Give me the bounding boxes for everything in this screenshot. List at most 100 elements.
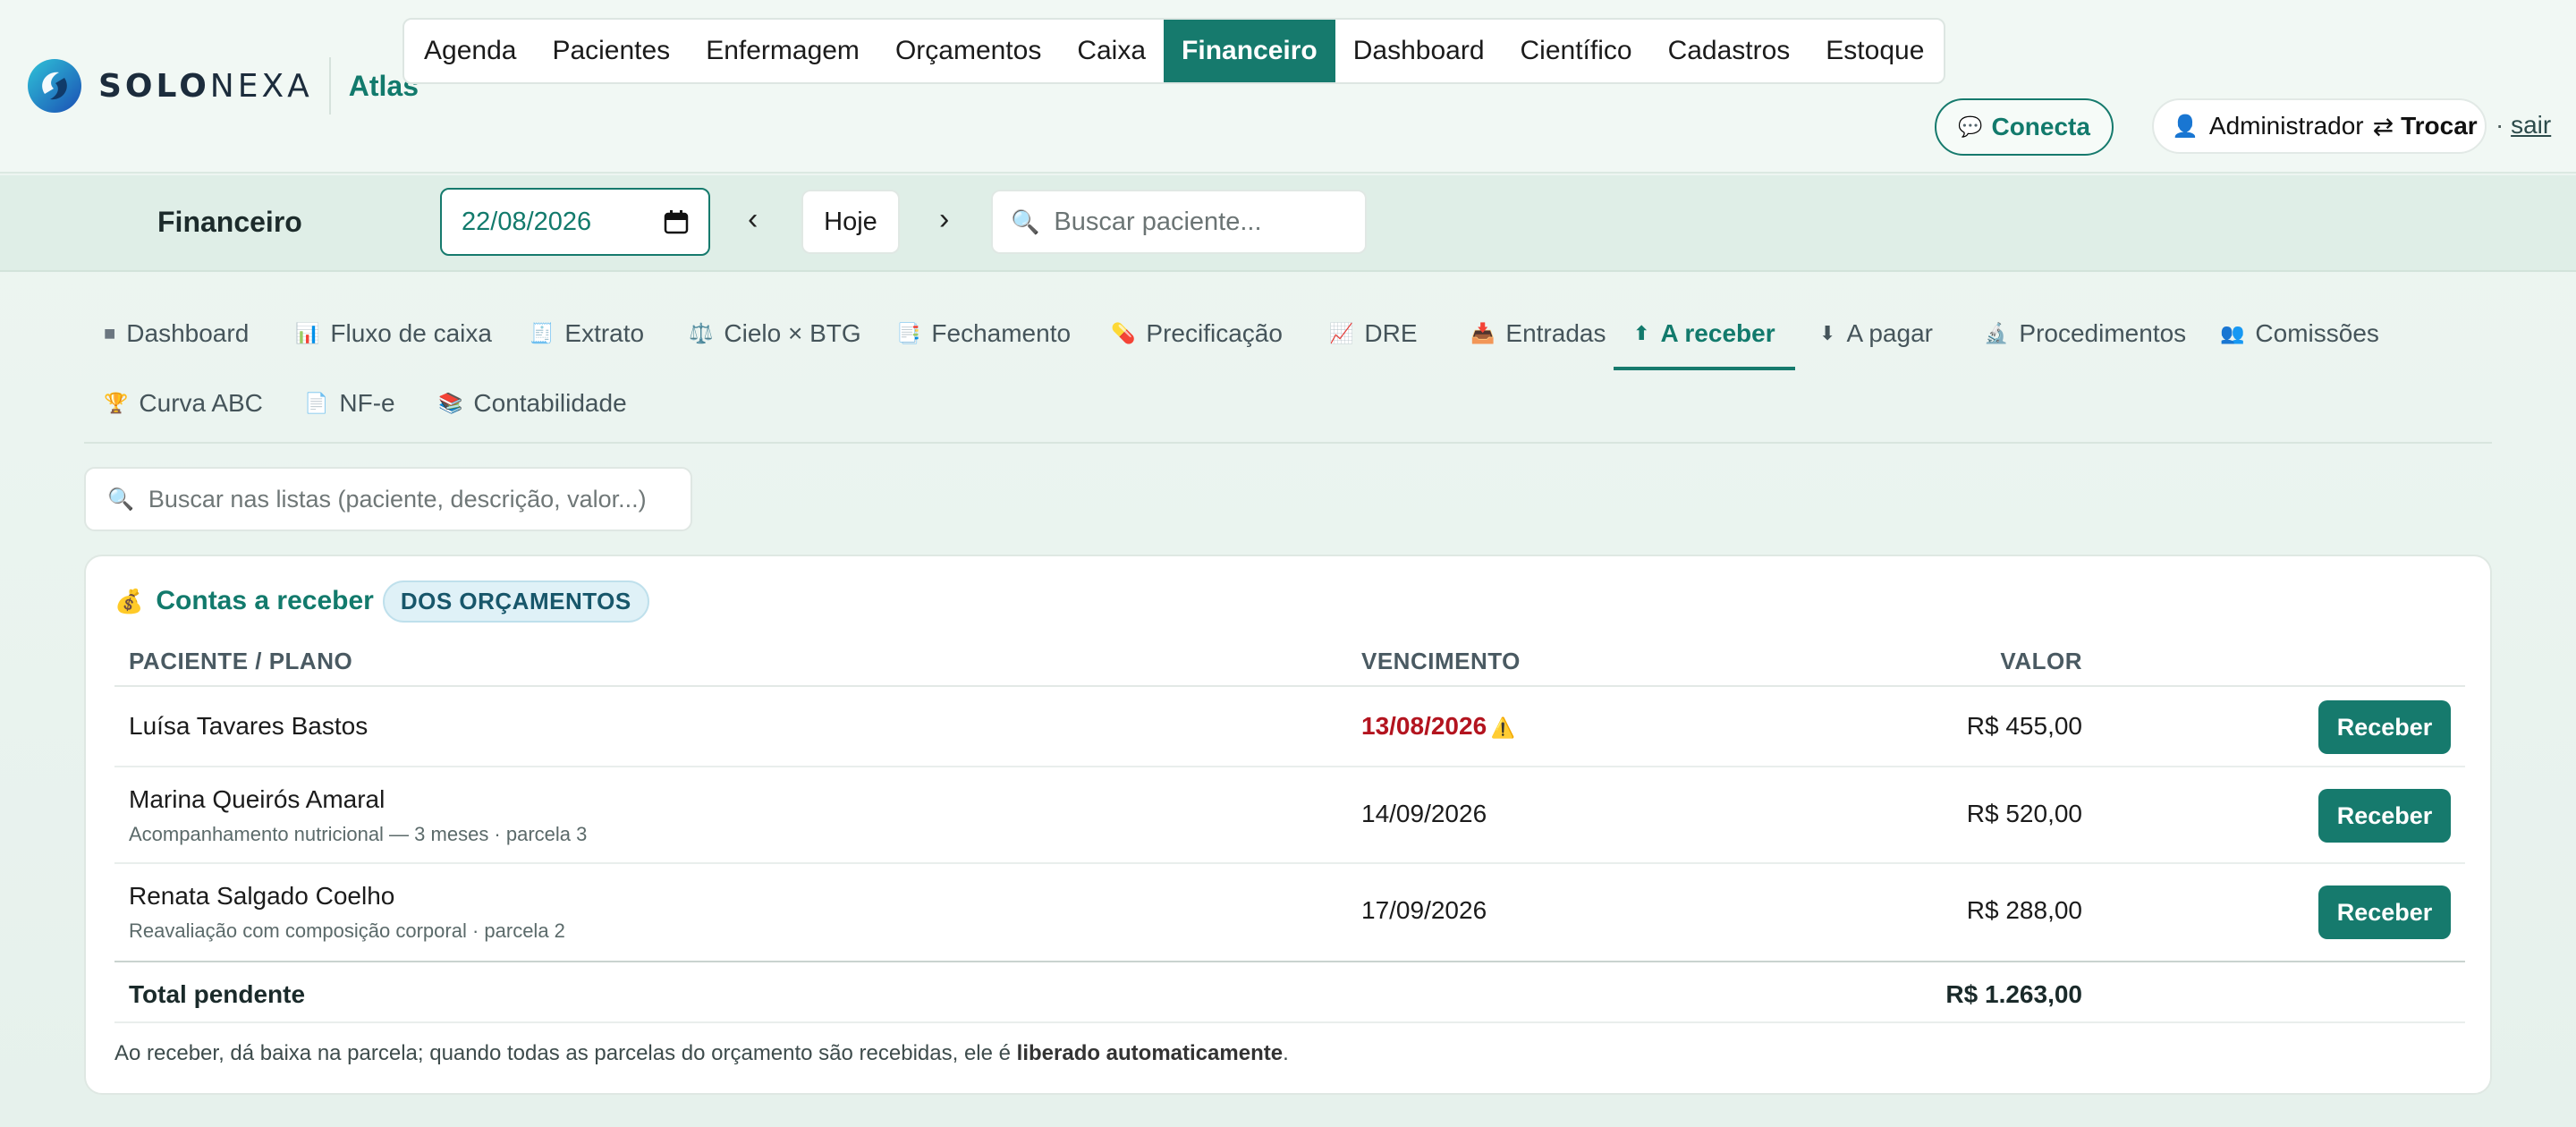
tab-label: NF-e xyxy=(339,389,395,417)
tab-fluxo-de-caixa[interactable]: 📊 Fluxo de caixa xyxy=(275,301,512,367)
plan-description: Acompanhamento nutricional — 3 meses · p… xyxy=(129,823,588,845)
next-day-button[interactable]: › xyxy=(939,202,949,237)
tab-label: A pagar xyxy=(1846,319,1933,347)
receive-button[interactable]: Receber xyxy=(2318,789,2451,843)
tab-comissoes[interactable]: 👥 Comissões xyxy=(2200,301,2399,367)
financeiro-tabs: ■ Dashboard 📊 Fluxo de caixa 🧾 Extrato ⚖️ Ci… xyxy=(84,299,2492,444)
nav-caixa[interactable]: Caixa xyxy=(1059,20,1164,82)
chat-bubble-icon: 💬 xyxy=(1958,115,1983,138)
table-row: Marina Queirós Amaral Acompanhamento nut… xyxy=(114,767,2465,864)
solonexa-logo-icon xyxy=(28,59,81,113)
brand-divider xyxy=(328,57,331,114)
tab-nfe[interactable]: 📄 NF-e xyxy=(284,370,415,436)
tab-contabilidade[interactable]: 📚 Contabilidade xyxy=(419,370,647,436)
tab-label: Fluxo de caixa xyxy=(330,319,492,347)
nav-estoque[interactable]: Estoque xyxy=(1808,20,1942,82)
warning-icon: ⚠️ xyxy=(1490,716,1515,739)
nav-pacientes[interactable]: Pacientes xyxy=(534,20,688,82)
table-row: Luísa Tavares Bastos 13/08/2026 ⚠️ R$ 45… xyxy=(114,687,2465,767)
tab-fechamento[interactable]: 📑 Fechamento xyxy=(877,301,1090,367)
patient-name: Renata Salgado Coelho xyxy=(129,882,395,910)
square-icon: ■ xyxy=(104,322,116,344)
tab-label: Procedimentos xyxy=(2019,319,2187,347)
page-icon: 📄 xyxy=(304,392,329,414)
card-header: 💰 Contas a receber DOS ORÇAMENTOS xyxy=(114,580,649,623)
user-name: Administrador xyxy=(2208,112,2364,140)
logout-area: · sair xyxy=(2496,111,2551,140)
brand-name: SOLONEXA xyxy=(98,67,313,105)
tab-label: A receber xyxy=(1660,319,1775,347)
tab-a-pagar[interactable]: ⬇ A pagar xyxy=(1800,301,1953,367)
logout-link[interactable]: sair xyxy=(2511,111,2551,139)
user-menu[interactable]: 👤 Administrador ⇄ Trocar xyxy=(2152,98,2487,154)
plan-description: Reavaliação com composição corporal · pa… xyxy=(129,919,565,942)
footnote-end: . xyxy=(1283,1041,1289,1065)
conecta-button[interactable]: 💬 Conecta xyxy=(1935,98,2114,156)
tab-label: DRE xyxy=(1364,319,1418,347)
patient-name: Luísa Tavares Bastos xyxy=(129,712,369,740)
money-bag-icon: 💰 xyxy=(114,587,144,614)
user-icon: 👤 xyxy=(2172,114,2199,139)
nav-agenda[interactable]: Agenda xyxy=(406,20,534,82)
receive-button[interactable]: Receber xyxy=(2318,886,2451,939)
page-toolbar: Financeiro 22/08/2026 ‹ Hoje › 🔍 Buscar … xyxy=(0,175,2576,272)
trophy-icon: 🏆 xyxy=(104,392,129,414)
date-value: 22/08/2026 xyxy=(462,207,592,236)
tab-extrato[interactable]: 🧾 Extrato xyxy=(510,301,664,367)
tab-entradas[interactable]: 📥 Entradas xyxy=(1451,301,1625,367)
tab-cielo-btg[interactable]: ⚖️ Cielo × BTG xyxy=(669,301,881,367)
tab-label: Dashboard xyxy=(126,319,250,347)
total-row: Total pendente R$ 1.263,00 xyxy=(114,961,2465,1023)
amount: R$ 520,00 xyxy=(1966,800,2082,827)
patient-name: Marina Queirós Amaral xyxy=(129,785,386,813)
tab-dashboard[interactable]: ■ Dashboard xyxy=(84,301,268,367)
footnote: Ao receber, dá baixa na parcela; quando … xyxy=(114,1041,1289,1066)
nav-orcamentos[interactable]: Orçamentos xyxy=(877,20,1059,82)
due-date: 17/09/2026 xyxy=(1361,896,1487,924)
tab-dre[interactable]: 📈 DRE xyxy=(1309,301,1437,367)
arrow-up-icon: ⬆ xyxy=(1633,322,1650,344)
nav-financeiro[interactable]: Financeiro xyxy=(1164,20,1335,82)
switch-user-button[interactable]: Trocar xyxy=(2401,112,2478,140)
previous-day-button[interactable]: ‹ xyxy=(748,202,758,237)
due-date: 14/09/2026 xyxy=(1361,800,1487,827)
column-value: VALOR xyxy=(2000,647,2082,674)
tab-a-receber[interactable]: ⬆ A receber xyxy=(1614,301,1795,370)
nav-cadastros[interactable]: Cadastros xyxy=(1650,20,1809,82)
due-date: 13/08/2026 xyxy=(1361,712,1487,740)
document-icon: 📑 xyxy=(896,322,921,344)
logout-separator: · xyxy=(2496,111,2504,139)
tab-label: Precificação xyxy=(1146,319,1283,347)
page-title: Financeiro xyxy=(157,206,302,238)
line-chart-icon: 📈 xyxy=(1329,322,1354,344)
tab-curva-abc[interactable]: 🏆 Curva ABC xyxy=(84,370,283,436)
tab-procedimentos[interactable]: 🔬 Procedimentos xyxy=(1964,301,2206,367)
footnote-emphasis: liberado automaticamente xyxy=(1016,1041,1284,1065)
table-header: PACIENTE / PLANO VENCIMENTO VALOR xyxy=(114,637,2465,687)
pill-icon: 💊 xyxy=(1111,322,1136,344)
total-label: Total pendente xyxy=(129,980,306,1008)
today-button[interactable]: Hoje xyxy=(801,190,900,254)
list-search-input[interactable]: 🔍 Buscar nas listas (paciente, descrição… xyxy=(84,467,692,531)
nav-dashboard[interactable]: Dashboard xyxy=(1335,20,1503,82)
people-icon: 👥 xyxy=(2220,322,2245,344)
swap-icon: ⇄ xyxy=(2372,112,2394,140)
receivables-table: PACIENTE / PLANO VENCIMENTO VALOR Luísa … xyxy=(114,637,2465,1023)
column-due: VENCIMENTO xyxy=(1361,647,1521,674)
tab-label: Comissões xyxy=(2255,319,2379,347)
tab-precificacao[interactable]: 💊 Precificação xyxy=(1091,301,1302,367)
tab-label: Contabilidade xyxy=(473,389,627,417)
calendar-icon[interactable] xyxy=(664,209,689,234)
receive-button[interactable]: Receber xyxy=(2318,700,2451,754)
date-picker[interactable]: 22/08/2026 xyxy=(440,188,710,256)
tab-label: Extrato xyxy=(564,319,645,347)
search-icon: 🔍 xyxy=(1011,208,1040,235)
microscope-icon: 🔬 xyxy=(1984,322,2009,344)
nav-enfermagem[interactable]: Enfermagem xyxy=(688,20,877,82)
brand-logo[interactable]: SOLONEXA Atlas xyxy=(27,57,419,114)
receipt-icon: 🧾 xyxy=(530,322,555,344)
nav-cientifico[interactable]: Científico xyxy=(1503,20,1650,82)
top-header: SOLONEXA Atlas Agenda Pacientes Enfermag… xyxy=(0,0,2576,174)
tab-label: Curva ABC xyxy=(139,389,263,417)
patient-search-input[interactable]: 🔍 Buscar paciente... xyxy=(991,190,1367,254)
